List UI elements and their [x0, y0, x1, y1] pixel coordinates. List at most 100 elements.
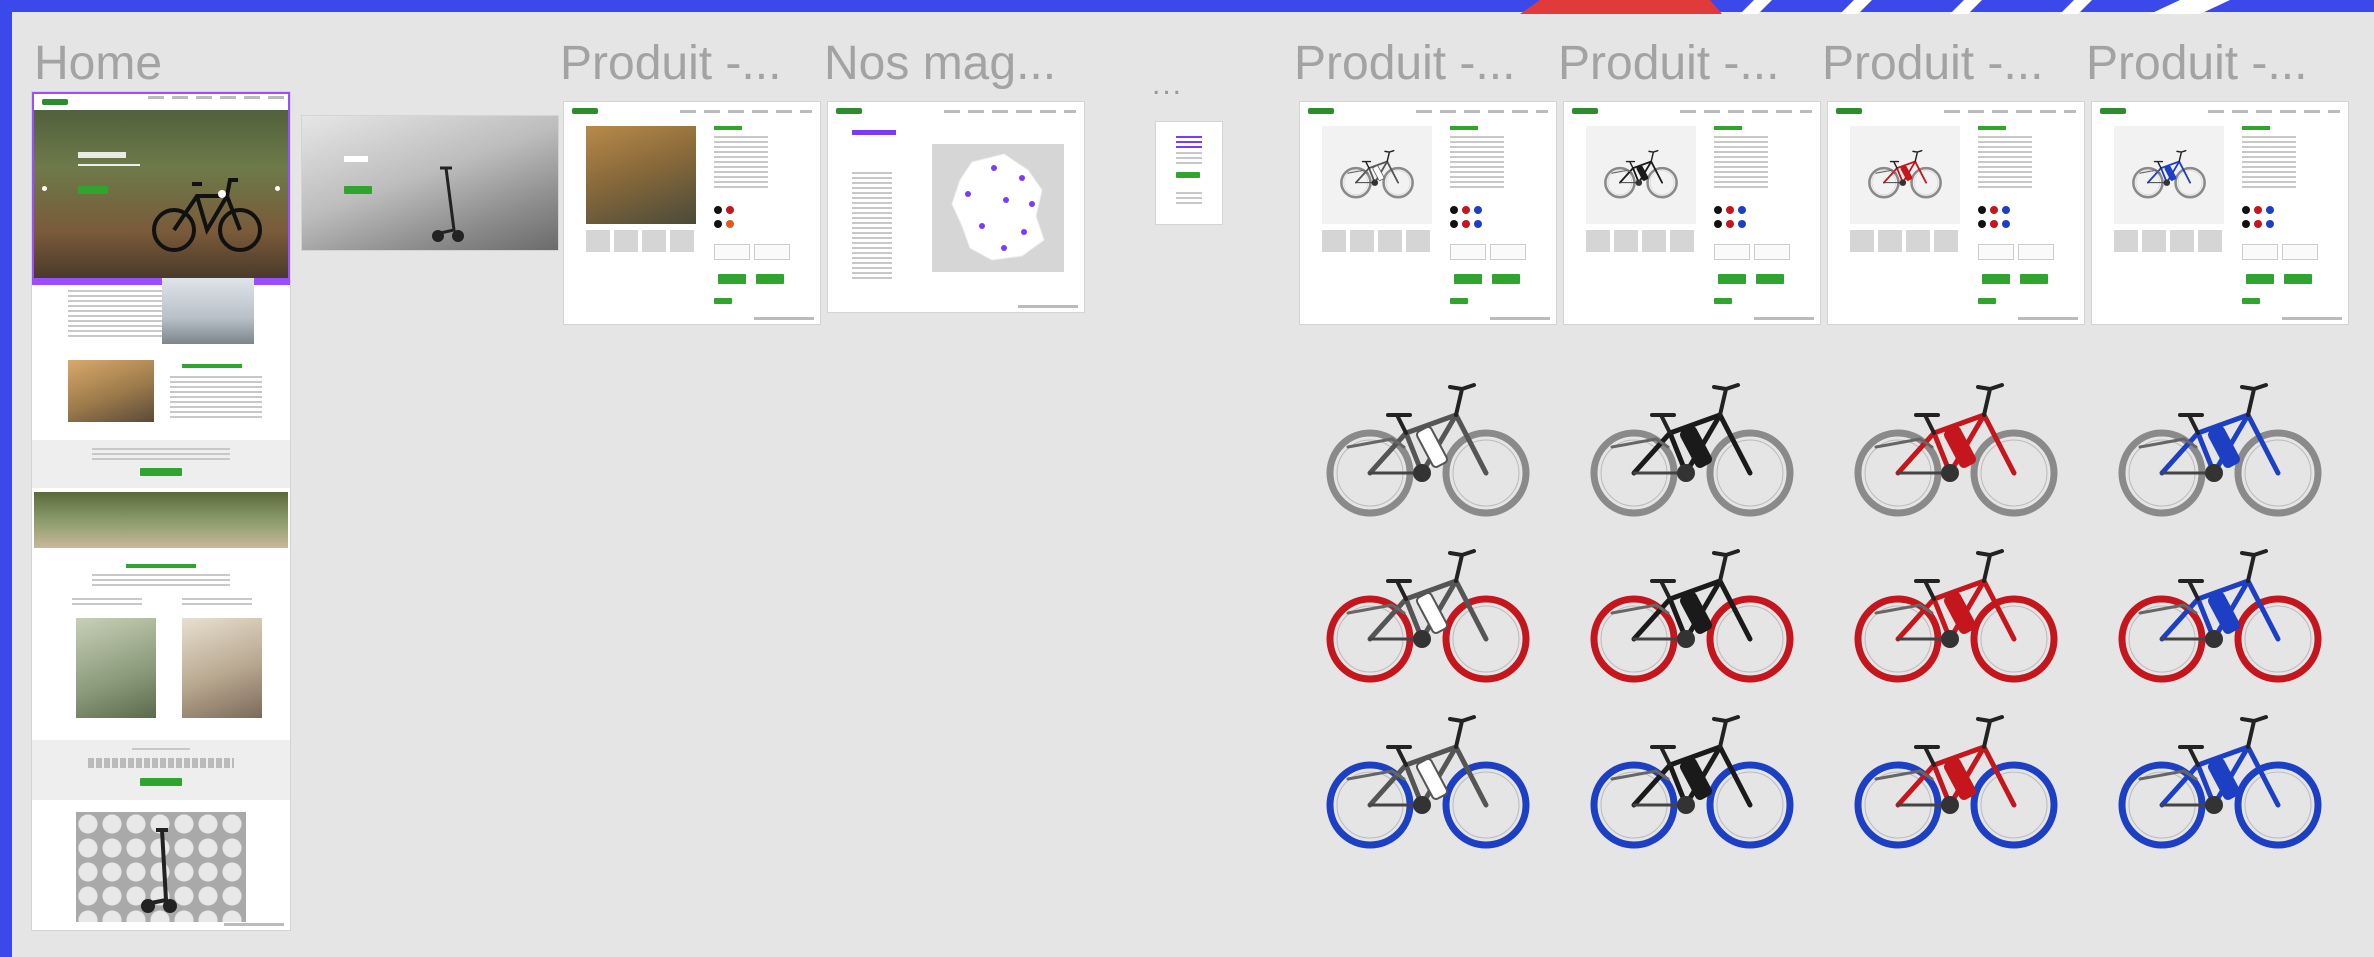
- color-swatch[interactable]: [726, 206, 734, 214]
- thumbnail[interactable]: [1378, 230, 1402, 252]
- size-select[interactable]: [1450, 244, 1486, 260]
- color-swatch[interactable]: [2002, 206, 2010, 214]
- popup-button[interactable]: [1176, 172, 1200, 178]
- thumbnail[interactable]: [1586, 230, 1610, 252]
- color-swatch[interactable]: [714, 220, 722, 228]
- color-swatch[interactable]: [1474, 206, 1482, 214]
- bike-variant-blue-red[interactable]: [2110, 542, 2330, 694]
- quantity-select[interactable]: [2282, 244, 2318, 260]
- color-swatch[interactable]: [2266, 206, 2274, 214]
- bike-variant-white-gray[interactable]: [1318, 376, 1538, 528]
- thumbnail[interactable]: [2142, 230, 2166, 252]
- thumbnail[interactable]: [1642, 230, 1666, 252]
- bike-variant-white-blue[interactable]: [1318, 708, 1538, 860]
- thumbnail[interactable]: [1406, 230, 1430, 252]
- thumbnail[interactable]: [1850, 230, 1874, 252]
- size-select[interactable]: [2242, 244, 2278, 260]
- thumbnail[interactable]: [1906, 230, 1930, 252]
- design-canvas[interactable]: Home Produit -... Nos mag... ... Produit…: [12, 12, 2374, 957]
- frame-label-produit-5[interactable]: Produit -...: [2086, 36, 2307, 91]
- scooter-banner-frame[interactable]: [302, 116, 558, 250]
- home-hero-section[interactable]: [32, 92, 290, 285]
- color-swatch[interactable]: [1714, 206, 1722, 214]
- hero-arrow-right[interactable]: [275, 186, 280, 191]
- thumbnail[interactable]: [586, 230, 610, 252]
- buy-button[interactable]: [1756, 274, 1784, 284]
- quantity-select[interactable]: [1490, 244, 1526, 260]
- thumbnail[interactable]: [1350, 230, 1374, 252]
- size-select[interactable]: [1714, 244, 1750, 260]
- bike-variant-black-blue[interactable]: [1582, 708, 1802, 860]
- frame-label-produit-2[interactable]: Produit -...: [1294, 36, 1515, 91]
- color-swatch[interactable]: [1726, 206, 1734, 214]
- color-swatch[interactable]: [1450, 206, 1458, 214]
- color-swatch[interactable]: [2266, 220, 2274, 228]
- small-button[interactable]: [1450, 298, 1468, 304]
- color-swatch[interactable]: [1462, 220, 1470, 228]
- buy-button[interactable]: [2284, 274, 2312, 284]
- add-to-cart-button[interactable]: [1718, 274, 1746, 284]
- nos-magasins-frame[interactable]: [828, 102, 1084, 312]
- quantity-select[interactable]: [2018, 244, 2054, 260]
- small-button[interactable]: [1714, 298, 1732, 304]
- thumbnail[interactable]: [614, 230, 638, 252]
- frame-label-produit-4[interactable]: Produit -...: [1822, 36, 2043, 91]
- frame-label-nos-magasins[interactable]: Nos mag...: [824, 36, 1056, 91]
- thumbnail[interactable]: [1614, 230, 1638, 252]
- frame-label-home[interactable]: Home: [34, 36, 162, 91]
- bike-variant-red-blue[interactable]: [1846, 708, 2066, 860]
- color-swatch[interactable]: [1474, 220, 1482, 228]
- home-frame[interactable]: [32, 92, 290, 930]
- buy-button[interactable]: [1492, 274, 1520, 284]
- thumbnail[interactable]: [2198, 230, 2222, 252]
- color-swatch[interactable]: [2002, 220, 2010, 228]
- thumbnail[interactable]: [642, 230, 666, 252]
- add-to-cart-button[interactable]: [1454, 274, 1482, 284]
- color-swatch[interactable]: [1990, 220, 1998, 228]
- hero-cta-button[interactable]: [78, 186, 108, 194]
- newsletter-button[interactable]: [140, 778, 182, 786]
- color-swatch[interactable]: [1726, 220, 1734, 228]
- thumbnail[interactable]: [1934, 230, 1958, 252]
- color-swatch[interactable]: [1990, 206, 1998, 214]
- produit-3-frame[interactable]: [1564, 102, 1820, 324]
- thumbnail[interactable]: [2170, 230, 2194, 252]
- color-swatch[interactable]: [1738, 220, 1746, 228]
- banner-button[interactable]: [344, 186, 372, 194]
- produit-1-frame[interactable]: [564, 102, 820, 324]
- popup-frame[interactable]: [1156, 122, 1222, 224]
- thumbnail[interactable]: [1670, 230, 1694, 252]
- color-swatch[interactable]: [2242, 220, 2250, 228]
- hero-arrow-left[interactable]: [42, 186, 47, 191]
- quantity-select[interactable]: [1754, 244, 1790, 260]
- bike-variant-black-red[interactable]: [1582, 542, 1802, 694]
- color-swatch[interactable]: [2242, 206, 2250, 214]
- thumbnail[interactable]: [670, 230, 694, 252]
- buy-button[interactable]: [2020, 274, 2048, 284]
- quantity-select[interactable]: [754, 244, 790, 260]
- color-swatch[interactable]: [1714, 220, 1722, 228]
- small-button[interactable]: [1978, 298, 1996, 304]
- color-swatch[interactable]: [2254, 206, 2262, 214]
- frame-label-ellipsis[interactable]: ...: [1152, 68, 1183, 102]
- add-to-cart-button[interactable]: [2246, 274, 2274, 284]
- small-button[interactable]: [714, 298, 732, 304]
- add-to-cart-button[interactable]: [718, 274, 746, 284]
- thumbnail[interactable]: [1878, 230, 1902, 252]
- bike-variant-black-gray[interactable]: [1582, 376, 1802, 528]
- produit-2-frame[interactable]: [1300, 102, 1556, 324]
- color-swatch[interactable]: [1978, 206, 1986, 214]
- color-swatch[interactable]: [714, 206, 722, 214]
- color-swatch[interactable]: [1462, 206, 1470, 214]
- frame-label-produit-3[interactable]: Produit -...: [1558, 36, 1779, 91]
- color-swatch[interactable]: [1738, 206, 1746, 214]
- size-select[interactable]: [1978, 244, 2014, 260]
- bike-variant-blue-gray[interactable]: [2110, 376, 2330, 528]
- color-swatch[interactable]: [1450, 220, 1458, 228]
- produit-5-frame[interactable]: [2092, 102, 2348, 324]
- bike-variant-red-gray[interactable]: [1846, 376, 2066, 528]
- produit-4-frame[interactable]: [1828, 102, 2084, 324]
- thumbnail[interactable]: [1322, 230, 1346, 252]
- bike-variant-red-red[interactable]: [1846, 542, 2066, 694]
- bike-variant-blue-blue[interactable]: [2110, 708, 2330, 860]
